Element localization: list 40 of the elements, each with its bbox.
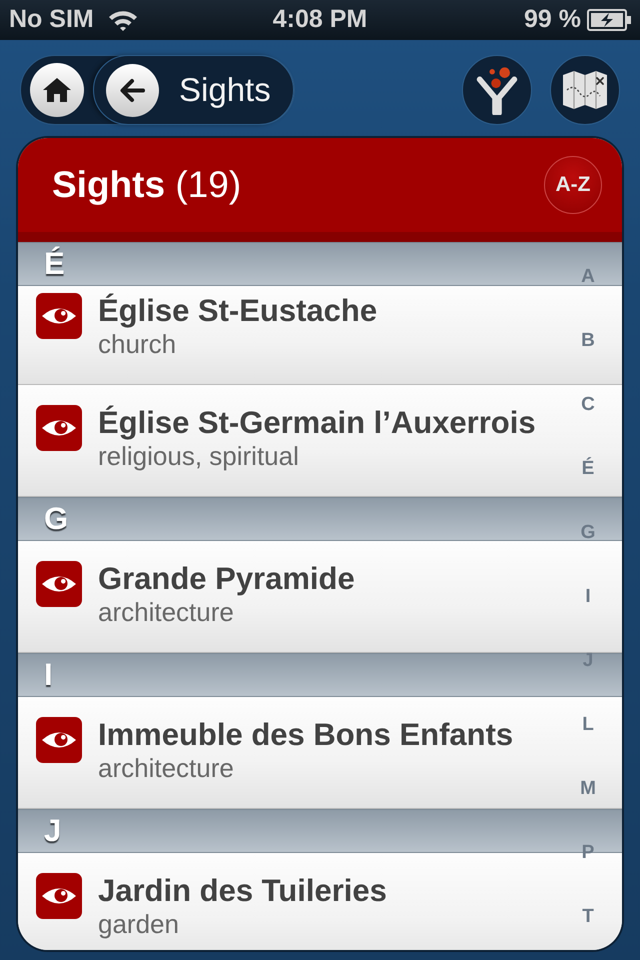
wifi-icon: [108, 9, 138, 31]
index-letter[interactable]: É: [582, 459, 594, 479]
place-category: architecture: [98, 753, 235, 783]
place-name: Église St-Germain l’Auxerrois: [98, 405, 536, 441]
place-name: Immeuble des Bons Enfants: [98, 717, 514, 753]
home-button[interactable]: [30, 63, 84, 117]
place-category: religious, spiritual: [98, 441, 300, 471]
index-letter[interactable]: G: [580, 523, 596, 543]
back-button[interactable]: Sights: [93, 55, 294, 125]
eye-icon: [36, 405, 82, 451]
place-category: garden: [98, 909, 180, 939]
index-letter[interactable]: C: [581, 395, 595, 415]
place-category: church: [98, 329, 178, 359]
place-name: Église St-Eustache: [98, 293, 378, 329]
sort-button[interactable]: A-Z: [544, 156, 602, 214]
index-letter[interactable]: L: [582, 715, 594, 735]
eye-icon: [36, 873, 82, 919]
section-letter: G: [44, 502, 68, 536]
place-name: Jardin des Tuileries: [98, 873, 387, 909]
section-letter: É: [44, 247, 65, 281]
section-letter: I: [44, 658, 53, 692]
home-icon: [30, 63, 84, 117]
map-icon: [562, 70, 608, 110]
place-category: architecture: [98, 597, 235, 627]
index-letter[interactable]: T: [582, 907, 594, 927]
index-letter[interactable]: B: [581, 331, 595, 351]
index-letter[interactable]: M: [580, 779, 596, 799]
section-letter: J: [44, 814, 62, 848]
battery-icon: [586, 9, 631, 31]
carrier-text: No SIM: [9, 4, 94, 36]
y-dots-icon: [475, 65, 519, 115]
eye-icon: [36, 293, 82, 339]
battery-percent: 99 %: [524, 4, 581, 36]
place-name: Grande Pyramide: [98, 561, 355, 597]
card-title: Sights (19): [52, 163, 242, 208]
index-letter[interactable]: A: [581, 267, 595, 287]
eye-icon: [36, 717, 82, 763]
eye-icon: [36, 561, 82, 607]
clock-text: 4:08 PM: [272, 4, 368, 36]
index-letter[interactable]: I: [585, 587, 591, 607]
